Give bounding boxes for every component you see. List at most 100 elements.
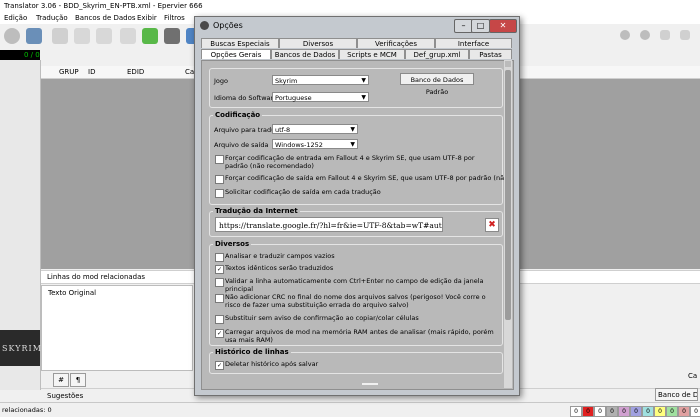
game-select[interactable]: Skyrim ▼	[272, 75, 369, 85]
misc-group: Diversos Analisar e traduzir campos vazi…	[209, 240, 503, 346]
tab-buscas-especiais[interactable]: Buscas Especiais	[201, 38, 279, 48]
chevron-down-icon: ▼	[361, 94, 366, 101]
chevron-down-icon: ▼	[350, 141, 355, 148]
default-database-button[interactable]: Banco de Dados Padrão	[400, 73, 474, 96]
status-counter: 0	[642, 406, 654, 417]
status-counter: 0	[594, 406, 606, 417]
maximize-button[interactable]: □	[471, 19, 490, 33]
hash-button[interactable]: #	[53, 373, 69, 387]
menu-exibir[interactable]: Exibir	[137, 14, 157, 22]
tab-opcoes-gerais[interactable]: Opções Gerais	[201, 49, 271, 59]
history-group: Histórico de linhas ✓ Deletar histórico …	[209, 348, 503, 374]
output-file-label: Arquivo de saída	[214, 141, 269, 149]
internet-translation-group: Tradução da Internet https://translate.g…	[209, 207, 503, 237]
no-crc-label: Não adicionar CRC no final do nome dos a…	[225, 293, 486, 309]
brush-icon[interactable]	[52, 28, 68, 44]
ask-output-encoding-label: Solicitar codificação de saída em cada t…	[225, 188, 381, 196]
chevron-down-icon: ▼	[361, 77, 366, 84]
dialog-title: Opções	[213, 21, 243, 30]
software-language-label: Idioma do Software	[214, 94, 278, 102]
tab-interface[interactable]: Interface	[435, 38, 512, 48]
resize-grip-icon[interactable]	[362, 383, 378, 385]
tab-diversos[interactable]: Diversos	[279, 38, 357, 48]
software-language-select[interactable]: Portuguese ▼	[272, 92, 369, 102]
game-value: Skyrim	[275, 77, 298, 85]
wrench-icon[interactable]	[26, 28, 42, 44]
menu-filtros[interactable]: Filtros	[164, 14, 185, 22]
translation-url-input[interactable]: https://translate.google.fr/?hl=fr&ie=UT…	[215, 217, 443, 232]
force-input-encoding-label: Forçar codificação de entrada em Fallout…	[225, 154, 475, 170]
scroll-up-icon[interactable]	[505, 61, 511, 67]
identical-texts-label: Textos idênticos serão traduzidos	[225, 264, 334, 272]
delete-history-checkbox[interactable]: ✓	[215, 361, 224, 370]
tab-pastas[interactable]: Pastas	[469, 49, 512, 59]
status-counter: 0	[630, 406, 642, 417]
encoding-title: Codificação	[213, 111, 263, 119]
save-icon[interactable]	[120, 28, 136, 44]
replace-no-confirm-checkbox[interactable]	[215, 315, 224, 324]
status-counter: 0	[666, 406, 678, 417]
status-counter: 0	[690, 406, 700, 417]
column-edid[interactable]: EDID	[127, 68, 144, 76]
column-grup[interactable]: GRUP	[59, 68, 79, 76]
checkmark-icon: ✓	[216, 266, 223, 273]
mod-lines-label: Linhas do mod relacionadas	[47, 273, 146, 281]
circle-icon[interactable]	[620, 30, 630, 40]
original-text-box[interactable]: Texto Original	[41, 285, 193, 371]
scrollbar[interactable]	[504, 60, 512, 388]
clear-url-button[interactable]: ✖	[485, 218, 499, 232]
status-counter: 0	[618, 406, 630, 417]
document-icon[interactable]	[74, 28, 90, 44]
tab-def-grup[interactable]: Def_grup.xml	[405, 49, 469, 59]
circle-icon[interactable]	[640, 30, 650, 40]
ctrl-enter-validate-checkbox[interactable]	[215, 278, 224, 287]
line-counter: 0 / 0	[24, 51, 40, 59]
status-counter: 0	[654, 406, 666, 417]
translate-encoding-select[interactable]: utf-8 ▼	[272, 124, 358, 134]
force-output-encoding-checkbox[interactable]	[215, 175, 224, 184]
analyze-empty-fields-checkbox[interactable]	[215, 253, 224, 262]
menu-bancos-de-dados[interactable]: Bancos de Dados	[75, 14, 136, 22]
misc-title: Diversos	[213, 240, 252, 248]
database-gray-icon[interactable]	[164, 28, 180, 44]
main-titlebar: Translator 3.06 - BDD_Skyrim_EN-PTB.xml …	[0, 0, 700, 12]
column-id[interactable]: ID	[88, 68, 95, 76]
square-icon[interactable]	[660, 30, 670, 40]
game-label: Jogo	[214, 77, 228, 85]
dialog-titlebar[interactable]: Opções – □ ✕	[195, 17, 519, 34]
close-button[interactable]: ✕	[489, 19, 517, 33]
game-thumbnail: SKYRIM	[0, 330, 41, 366]
pilcrow-button[interactable]: ¶	[70, 373, 86, 387]
menu-edicao[interactable]: Edição	[4, 14, 27, 22]
encoding-group: Codificação Arquivo para traduzir utf-8 …	[209, 111, 504, 205]
suggestions-label: Sugestões	[47, 392, 84, 400]
force-output-encoding-label: Forçar codificação de saída em Fallout 4…	[225, 174, 504, 182]
tab-scripts-mcm[interactable]: Scripts e MCM	[339, 49, 405, 59]
output-encoding-select[interactable]: Windows-1252 ▼	[272, 139, 358, 149]
output-encoding-value: Windows-1252	[275, 141, 323, 149]
right-label: Ca	[688, 372, 698, 380]
game-group: Jogo Skyrim ▼ Banco de Dados Padrão Idio…	[209, 68, 503, 108]
gear-icon[interactable]	[4, 28, 20, 44]
load-to-ram-checkbox[interactable]: ✓	[215, 329, 224, 338]
history-title: Histórico de linhas	[213, 348, 291, 356]
general-options-panel: Jogo Skyrim ▼ Banco de Dados Padrão Idio…	[201, 60, 514, 390]
app-icon	[200, 21, 209, 30]
tab-verificacoes[interactable]: Verificações	[357, 38, 435, 48]
database-button[interactable]: Banco de D	[655, 388, 698, 401]
force-input-encoding-checkbox[interactable]	[215, 155, 224, 164]
status-bar: relacionadas: 0 00000000000	[0, 402, 700, 417]
menu-traducao[interactable]: Tradução	[36, 14, 68, 22]
translate-encoding-value: utf-8	[275, 126, 291, 134]
scroll-thumb[interactable]	[505, 70, 511, 320]
replace-no-confirm-label: Substituir sem aviso de confirmação ao c…	[225, 314, 419, 322]
ask-output-encoding-checkbox[interactable]	[215, 189, 224, 198]
tab-bancos-de-dados[interactable]: Bancos de Dados	[271, 49, 339, 59]
square-icon[interactable]	[680, 30, 690, 40]
database-green-icon[interactable]	[142, 28, 158, 44]
documents-icon[interactable]	[96, 28, 112, 44]
status-counter: 0	[606, 406, 618, 417]
internet-translation-title: Tradução da Internet	[213, 207, 300, 215]
identical-texts-checkbox[interactable]: ✓	[215, 265, 224, 274]
no-crc-checkbox[interactable]	[215, 294, 224, 303]
